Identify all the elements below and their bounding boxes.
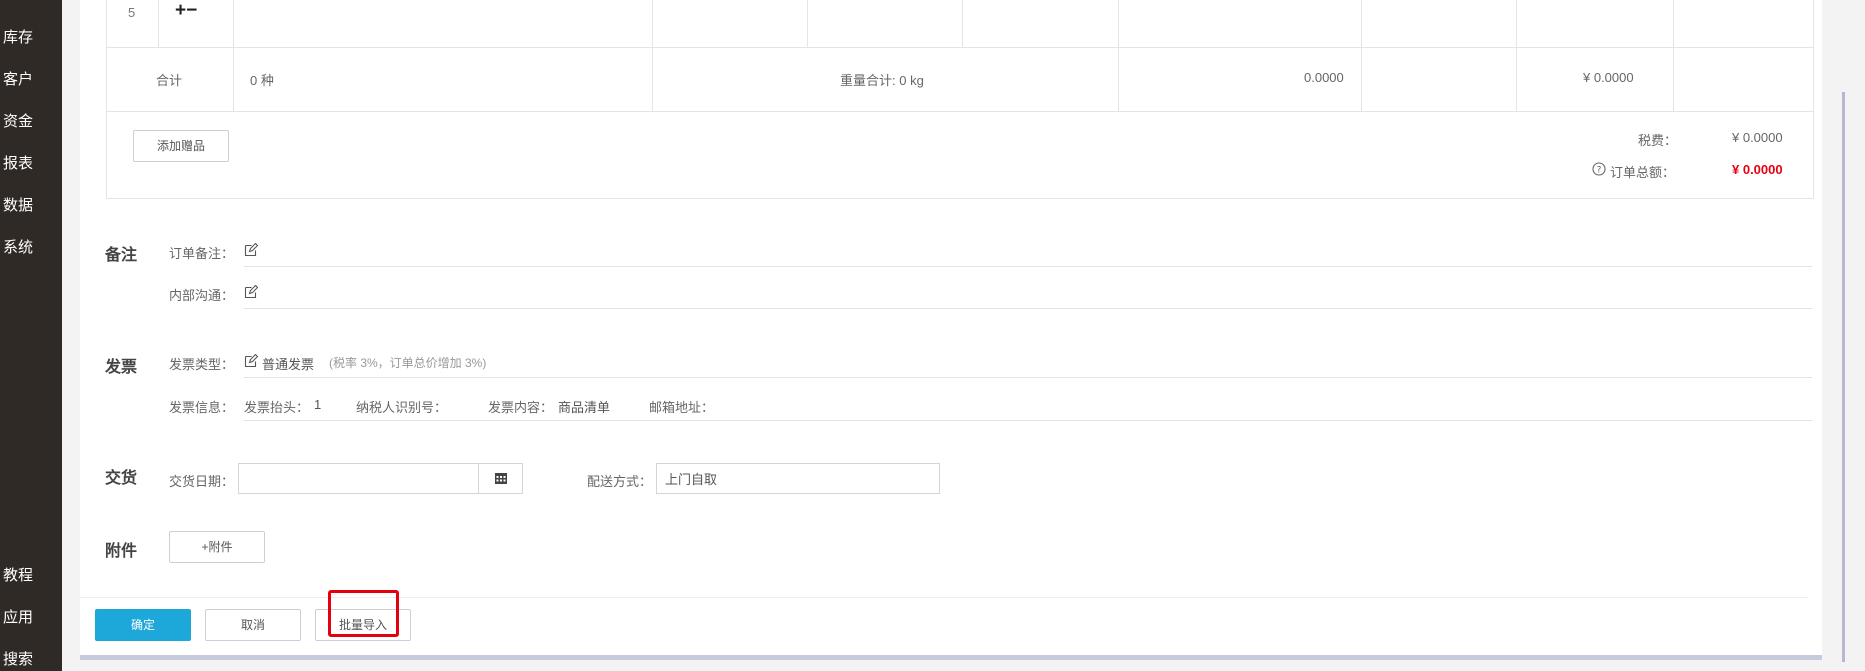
nav-item-inventory[interactable]: 库存 [3, 28, 59, 48]
internal-note-label: 内部沟通： [169, 288, 235, 303]
invoice-type-underline [244, 377, 1812, 378]
attachment-section-title: 附件 [105, 543, 138, 560]
nav-item-data[interactable]: 数据 [3, 196, 59, 216]
table-col-line [1361, 0, 1362, 111]
calendar-icon [494, 472, 508, 485]
invoice-type-note: (税率 3%，订单总价增加 3%) [329, 356, 487, 370]
add-gift-button[interactable]: 添加赠品 [133, 130, 229, 162]
order-note-label: 订单备注： [169, 246, 235, 261]
nav-item-reports[interactable]: 报表 [3, 154, 59, 174]
cancel-button[interactable]: 取消 [205, 609, 301, 641]
calendar-button[interactable] [478, 463, 523, 494]
nav-item-search[interactable]: 搜索 [3, 650, 59, 670]
confirm-button[interactable]: 确定 [95, 609, 191, 641]
remarks-section-title: 备注 [105, 247, 138, 264]
invoice-info-label: 发票信息： [169, 400, 235, 415]
nav-item-tutorial[interactable]: 教程 [3, 566, 59, 586]
edit-invoice-type-icon[interactable] [244, 353, 259, 368]
highlight-box [328, 590, 399, 637]
invoice-type-value: 普通发票 [262, 357, 315, 372]
summary-label: 合计 [156, 73, 183, 88]
summary-total: ¥ 0.0000 [1583, 70, 1634, 85]
table-col-line [962, 0, 963, 47]
invoice-content-value: 商品清单 [558, 400, 611, 415]
delivery-method-label: 配送方式： [587, 474, 653, 489]
summary-weight: 重量合计: 0 kg [840, 73, 924, 88]
help-circle-icon[interactable]: ? [1592, 162, 1606, 176]
svg-text:?: ? [1597, 166, 1602, 176]
table-col-line [807, 0, 808, 47]
edit-internal-note-icon[interactable] [244, 284, 259, 299]
invoice-type-label: 发票类型： [169, 357, 235, 372]
order-total-label: 订单总额： [1610, 165, 1676, 180]
table-col-line [1118, 0, 1119, 111]
invoice-content-label: 发票内容： [488, 400, 554, 415]
add-remove-row-icon[interactable]: +− [175, 0, 197, 22]
nav-item-customers[interactable]: 客户 [3, 70, 59, 90]
table-col-line [1673, 0, 1674, 111]
order-total-value: ¥ 0.0000 [1732, 162, 1783, 177]
table-summary-divider [106, 111, 1813, 112]
invoice-section-title: 发票 [105, 359, 138, 376]
email-label: 邮箱地址： [649, 400, 715, 415]
add-attachment-button[interactable]: +附件 [169, 531, 265, 563]
summary-amount: 0.0000 [1304, 70, 1344, 85]
delivery-date-input[interactable] [238, 463, 479, 494]
edit-order-note-icon[interactable] [244, 242, 259, 257]
row-index: 5 [128, 5, 136, 20]
table-col-line [158, 0, 159, 47]
summary-kinds: 0 种 [250, 73, 274, 88]
internal-note-underline [244, 308, 1812, 309]
order-note-underline [244, 266, 1812, 267]
table-row-divider [106, 47, 1813, 48]
invoice-header-label: 发票抬头： [244, 400, 310, 415]
page-scrollbar[interactable] [1842, 92, 1845, 662]
left-nav: 库存 客户 资金 报表 数据 系统 教程 应用 搜索 [0, 0, 62, 671]
invoice-header-value: 1 [314, 397, 322, 412]
nav-item-funds[interactable]: 资金 [3, 112, 59, 132]
table-col-line [1516, 0, 1517, 111]
nav-item-apps[interactable]: 应用 [3, 608, 59, 628]
delivery-date-label: 交货日期： [169, 474, 235, 489]
table-col-line [233, 0, 234, 111]
tax-value: ¥ 0.0000 [1732, 130, 1783, 145]
nav-item-system[interactable]: 系统 [3, 238, 59, 258]
delivery-method-input[interactable] [656, 463, 940, 494]
product-table [106, 0, 1814, 199]
table-col-line [652, 0, 653, 111]
taxpayer-id-label: 纳税人识别号： [356, 400, 448, 415]
footer-divider [80, 655, 1822, 660]
tax-label: 税费： [1638, 133, 1678, 148]
invoice-info-underline [244, 420, 1812, 421]
delivery-section-title: 交货 [105, 470, 138, 487]
